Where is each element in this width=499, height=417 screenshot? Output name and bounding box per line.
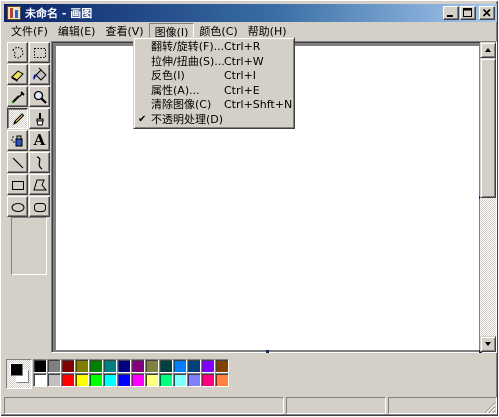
scroll-down-button[interactable] — [480, 336, 496, 352]
magnifier-icon — [33, 90, 47, 104]
tool-ellipse[interactable] — [7, 196, 28, 217]
toolbox: A — [4, 41, 51, 353]
window-title: 未命名 - 画图 — [25, 7, 93, 20]
tool-brush[interactable] — [29, 108, 50, 129]
palette-color-swatch[interactable] — [33, 373, 47, 387]
arrow-up-icon — [485, 48, 491, 52]
eraser-icon — [10, 69, 24, 82]
palette-color-swatch[interactable] — [131, 359, 145, 373]
palette-color-swatch[interactable] — [61, 359, 75, 373]
tool-text[interactable]: A — [29, 130, 50, 151]
paint-app-icon[interactable] — [7, 6, 21, 20]
tool-line[interactable] — [7, 152, 28, 173]
color-box — [4, 353, 497, 395]
menu-item-flip-rotate[interactable]: 翻转/旋转(F)... Ctrl+R — [134, 40, 294, 55]
eyedropper-icon — [11, 90, 25, 103]
palette-color-swatch[interactable] — [131, 373, 145, 387]
tool-grid: A — [7, 42, 51, 218]
size-grip-icon[interactable] — [484, 402, 496, 414]
minimize-button[interactable] — [443, 6, 459, 20]
palette-color-swatch[interactable] — [75, 359, 89, 373]
palette-color-swatch[interactable] — [103, 359, 117, 373]
palette-color-swatch[interactable] — [33, 359, 47, 373]
rectangle-icon — [11, 180, 24, 190]
airbrush-icon — [10, 135, 22, 146]
tool-pick-color[interactable] — [7, 86, 28, 107]
tool-eraser[interactable] — [7, 64, 28, 85]
palette-color-swatch[interactable] — [75, 373, 89, 387]
palette-color-swatch[interactable] — [47, 359, 61, 373]
menu-item-draw-opaque[interactable]: ✔ 不透明处理(D) — [134, 113, 294, 128]
menu-item-clear-image[interactable]: 清除图像(C) Ctrl+Shft+N — [134, 98, 294, 113]
polygon-icon — [32, 179, 47, 190]
vertical-scrollbar[interactable] — [480, 42, 496, 352]
palette-color-swatch[interactable] — [187, 373, 201, 387]
tool-rectangle[interactable] — [7, 174, 28, 195]
ellipse-icon — [11, 202, 24, 212]
tool-rounded-rectangle[interactable] — [29, 196, 50, 217]
current-colors-indicator — [6, 359, 32, 389]
close-button[interactable] — [479, 6, 495, 20]
palette-color-swatch[interactable] — [173, 359, 187, 373]
scroll-up-button[interactable] — [480, 42, 496, 58]
status-size-panel — [388, 397, 497, 414]
image-menu-dropdown: 翻转/旋转(F)... Ctrl+R 拉伸/扭曲(S)... Ctrl+W 反色… — [133, 37, 295, 129]
palette-color-swatch[interactable] — [89, 373, 103, 387]
maximize-button[interactable] — [460, 6, 476, 20]
palette-grid — [33, 359, 229, 387]
tool-curve[interactable] — [29, 152, 50, 173]
tool-pencil[interactable] — [7, 108, 28, 129]
palette-color-swatch[interactable] — [117, 373, 131, 387]
rounded-rectangle-icon — [33, 202, 46, 212]
palette-color-swatch[interactable] — [159, 359, 173, 373]
tool-magnifier[interactable] — [29, 86, 50, 107]
fill-bucket-icon — [32, 67, 47, 81]
text-tool-icon: A — [33, 131, 46, 149]
arrow-down-icon — [485, 342, 491, 346]
palette-color-swatch[interactable] — [173, 373, 187, 387]
palette-color-swatch[interactable] — [201, 359, 215, 373]
close-icon — [482, 8, 491, 17]
palette-color-swatch[interactable] — [215, 373, 229, 387]
tool-rectangle-select[interactable] — [29, 42, 50, 63]
status-text-panel — [4, 397, 284, 414]
tool-airbrush[interactable] — [7, 130, 28, 151]
pencil-icon — [12, 112, 24, 125]
tool-polygon[interactable] — [29, 174, 50, 195]
tool-options-box[interactable] — [11, 217, 47, 275]
menu-item-attributes[interactable]: 属性(A)... Ctrl+E — [134, 84, 294, 99]
palette-color-swatch[interactable] — [215, 359, 229, 373]
line-icon — [12, 157, 23, 168]
menu-edit[interactable]: 编辑(E) — [53, 23, 101, 40]
palette-color-swatch[interactable] — [145, 359, 159, 373]
brush-icon — [35, 112, 44, 125]
curve-icon — [36, 155, 42, 169]
palette-color-swatch[interactable] — [89, 359, 103, 373]
palette-color-swatch[interactable] — [145, 373, 159, 387]
palette-color-swatch[interactable] — [47, 373, 61, 387]
free-form-select-icon — [11, 45, 24, 59]
status-coords-panel — [286, 397, 386, 414]
palette-color-swatch[interactable] — [201, 373, 215, 387]
palette-color-swatch[interactable] — [61, 373, 75, 387]
palette-color-swatch[interactable] — [117, 359, 131, 373]
palette-color-swatch[interactable] — [159, 373, 173, 387]
checkmark-icon: ✔ — [138, 113, 147, 125]
paint-window: 未命名 - 画图 文件(F) 编辑(E) 查看(V) 图像(I) 颜色(C) 帮… — [0, 0, 499, 417]
rectangle-select-icon — [33, 47, 46, 58]
maximize-icon — [463, 8, 472, 17]
palette-color-swatch[interactable] — [187, 359, 201, 373]
minimize-icon — [447, 15, 453, 17]
title-bar[interactable]: 未命名 - 画图 — [4, 4, 497, 22]
palette-color-swatch[interactable] — [103, 373, 117, 387]
tool-fill-with-color[interactable] — [29, 64, 50, 85]
menu-item-invert-colors[interactable]: 反色(I) Ctrl+I — [134, 69, 294, 84]
scroll-thumb[interactable] — [480, 58, 496, 198]
window-controls — [442, 6, 495, 20]
tool-free-form-select[interactable] — [7, 42, 28, 63]
status-bar — [4, 396, 497, 415]
menu-file[interactable]: 文件(F) — [6, 23, 53, 40]
menu-item-stretch-skew[interactable]: 拉伸/扭曲(S)... Ctrl+W — [134, 55, 294, 70]
foreground-color-swatch — [10, 363, 23, 376]
